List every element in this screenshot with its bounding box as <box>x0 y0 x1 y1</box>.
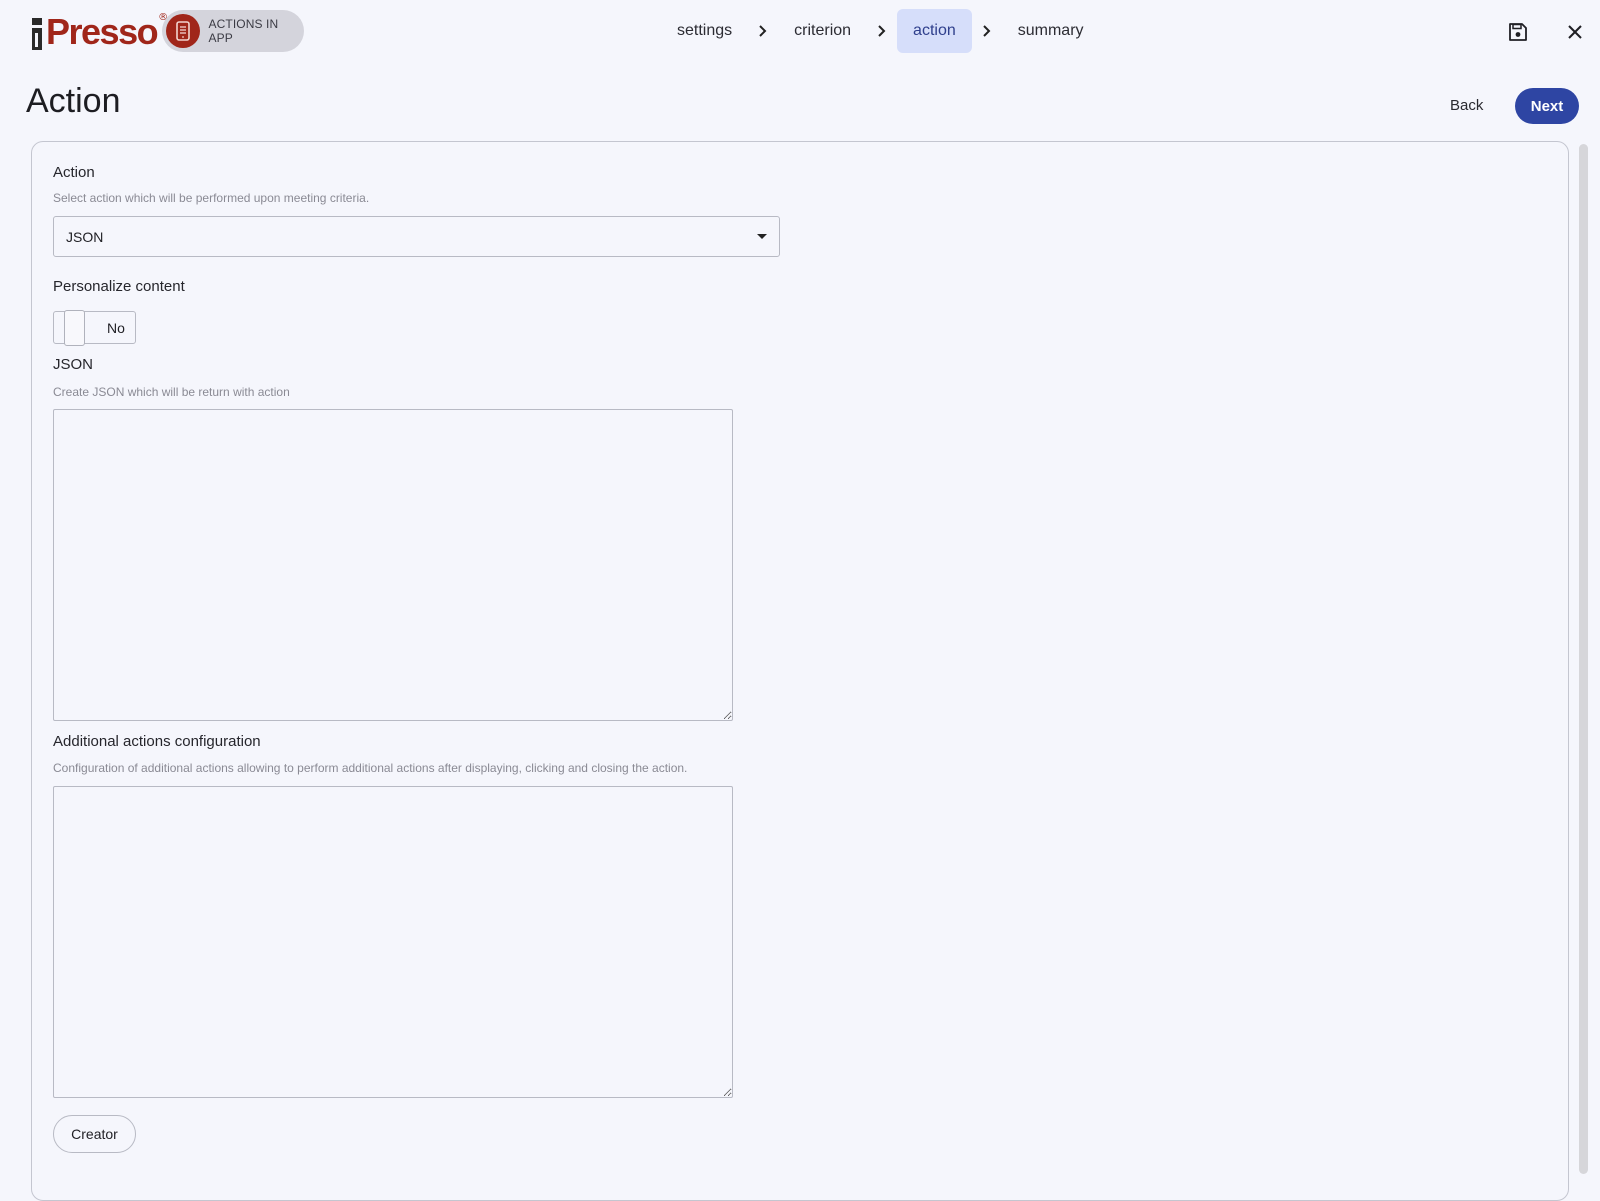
additional-actions-textarea[interactable] <box>53 786 733 1098</box>
action-label: Action <box>53 164 95 181</box>
json-label: JSON <box>53 356 94 373</box>
caret-down-icon <box>757 234 767 239</box>
chevron-right-icon <box>748 9 778 53</box>
json-textarea[interactable] <box>53 409 733 721</box>
logo-i-mark-icon <box>30 18 44 50</box>
action-select[interactable]: JSON <box>53 216 780 257</box>
logo-text: Presso <box>46 11 159 52</box>
personalize-label: Personalize content <box>53 278 185 295</box>
ipresso-logo[interactable]: Presso ® <box>30 10 168 50</box>
back-button[interactable]: Back <box>1450 92 1483 120</box>
step-criterion[interactable]: criterion <box>778 9 867 53</box>
action-form-card: Action Select action which will be perfo… <box>31 141 1569 1201</box>
step-summary[interactable]: summary <box>1002 9 1100 53</box>
step-settings[interactable]: settings <box>661 9 748 53</box>
next-button[interactable]: Next <box>1515 88 1579 124</box>
scrollbar[interactable] <box>1579 144 1588 1174</box>
creator-button[interactable]: Creator <box>53 1115 136 1153</box>
module-chip: ACTIONS IN APP <box>162 10 304 52</box>
close-icon[interactable] <box>1561 18 1589 46</box>
personalize-toggle[interactable]: No <box>53 310 136 346</box>
chevron-right-icon <box>972 9 1002 53</box>
tablet-icon <box>166 14 200 48</box>
page-title: Action <box>26 82 121 120</box>
toggle-knob[interactable] <box>64 310 85 346</box>
action-hint: Select action which will be performed up… <box>53 191 370 205</box>
toggle-state: No <box>107 320 125 336</box>
top-bar: Presso ® ACTIONS IN APP settings criteri… <box>0 0 1600 66</box>
action-select-value: JSON <box>66 228 104 245</box>
chevron-right-icon <box>867 9 897 53</box>
step-action[interactable]: action <box>897 9 972 53</box>
module-label: ACTIONS IN APP <box>208 17 279 45</box>
additional-actions-hint: Configuration of additional actions allo… <box>53 761 688 775</box>
wizard-steps: settings criterion action summary <box>661 9 1100 53</box>
json-hint: Create JSON which will be return with ac… <box>53 385 290 399</box>
additional-actions-label: Additional actions configuration <box>53 733 261 750</box>
floppy-disk-icon[interactable] <box>1504 18 1532 46</box>
